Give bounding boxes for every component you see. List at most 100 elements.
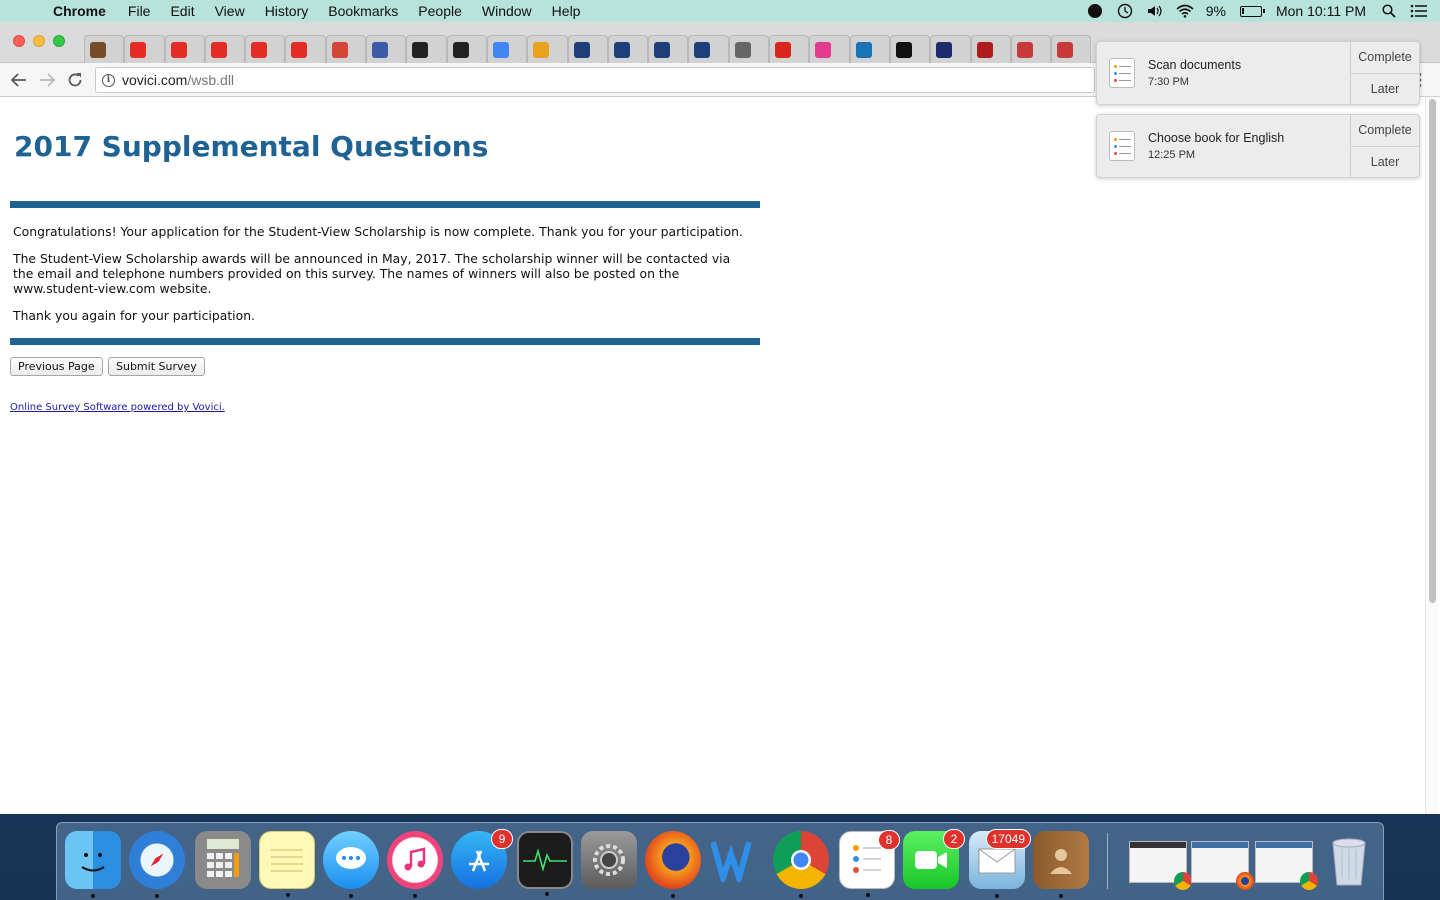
- browser-tab[interactable]: [446, 35, 487, 63]
- browser-tab[interactable]: [285, 35, 326, 63]
- browser-tab[interactable]: [567, 35, 608, 63]
- browser-tab[interactable]: [204, 35, 246, 63]
- finder-icon[interactable]: [65, 831, 121, 898]
- notification-body[interactable]: Choose book for English 12:25 PM: [1097, 115, 1350, 177]
- wifi-icon[interactable]: [1176, 3, 1194, 19]
- later-button[interactable]: Later: [1351, 145, 1419, 178]
- zoom-window-button[interactable]: [53, 35, 65, 47]
- reminders-icon[interactable]: 8: [839, 830, 900, 897]
- browser-tab[interactable]: [930, 35, 971, 63]
- clock[interactable]: Mon 10:11 PM: [1276, 3, 1366, 19]
- later-button[interactable]: Later: [1351, 72, 1419, 105]
- battery-percentage: 9%: [1205, 3, 1226, 19]
- browser-tab[interactable]: [809, 35, 850, 63]
- menu-history[interactable]: History: [265, 3, 309, 19]
- notes-icon[interactable]: [259, 831, 315, 897]
- battery-icon[interactable]: [1239, 5, 1265, 17]
- browser-tab[interactable]: [245, 35, 286, 63]
- reminder-notification-2[interactable]: Choose book for English 12:25 PM Complet…: [1096, 114, 1420, 178]
- notification-actions: Complete Later: [1350, 42, 1419, 104]
- menu-file[interactable]: File: [128, 3, 151, 19]
- notification-title: Choose book for English: [1148, 131, 1285, 145]
- browser-tab[interactable]: [769, 35, 810, 63]
- calculator-icon[interactable]: [195, 831, 251, 889]
- browser-tab[interactable]: [366, 35, 407, 63]
- browser-tab[interactable]: [164, 35, 205, 63]
- chrome-icon[interactable]: [773, 831, 829, 898]
- film-icon: [90, 41, 106, 58]
- minimize-window-button[interactable]: [33, 35, 45, 47]
- reload-button[interactable]: [64, 69, 86, 91]
- browser-tab[interactable]: [889, 35, 931, 63]
- facetime-icon[interactable]: 2: [903, 829, 965, 889]
- notification-body[interactable]: Scan documents 7:30 PM: [1097, 42, 1350, 104]
- app-store-badge: 9: [491, 829, 513, 849]
- reminder-notification-1[interactable]: Scan documents 7:30 PM Complete Later: [1096, 41, 1420, 105]
- browser-tab[interactable]: [486, 35, 528, 63]
- browser-tab[interactable]: [688, 35, 729, 63]
- itunes-icon[interactable]: [387, 831, 443, 898]
- menu-bookmarks[interactable]: Bookmarks: [328, 3, 398, 19]
- browser-tab[interactable]: [406, 35, 447, 63]
- chrome-window-thumbnail[interactable]: [1129, 841, 1192, 890]
- menu-view[interactable]: View: [215, 3, 245, 19]
- url-text: vovici.com/wsb.dll: [122, 72, 234, 88]
- firefox-window-thumbnail[interactable]: [1191, 841, 1254, 890]
- browser-tab[interactable]: [648, 35, 689, 63]
- menu-help[interactable]: Help: [552, 3, 581, 19]
- browser-tab[interactable]: [1010, 35, 1052, 63]
- menu-edit[interactable]: Edit: [170, 3, 194, 19]
- firefox-icon: [1236, 872, 1254, 890]
- browser-tab[interactable]: [325, 35, 367, 63]
- complete-button[interactable]: Complete: [1351, 42, 1419, 73]
- back-button[interactable]: [8, 69, 30, 91]
- complete-button[interactable]: Complete: [1351, 115, 1419, 146]
- activity-monitor-icon[interactable]: [517, 831, 573, 896]
- site-info-icon[interactable]: i: [102, 73, 115, 87]
- dsw-icon: [734, 41, 751, 58]
- browser-tab[interactable]: [970, 35, 1011, 63]
- volume-icon[interactable]: [1146, 3, 1164, 19]
- bag-icon: [613, 41, 630, 58]
- browser-tab[interactable]: [1051, 35, 1092, 63]
- menu-window[interactable]: Window: [482, 3, 532, 19]
- system-preferences-icon[interactable]: [581, 831, 637, 889]
- dock: 9 8 2 17049: [56, 822, 1384, 900]
- browser-tab[interactable]: [728, 35, 770, 63]
- forward-button[interactable]: [36, 69, 58, 91]
- reminders-badge: 8: [878, 830, 900, 850]
- page-scrollbar[interactable]: [1425, 97, 1438, 814]
- scrollbar-thumb[interactable]: [1429, 99, 1436, 603]
- messages-icon[interactable]: [323, 831, 379, 898]
- vovici-link[interactable]: Online Survey Software powered by Vovici…: [10, 402, 225, 413]
- mail-icon[interactable]: 17049: [969, 829, 1031, 898]
- time-machine-icon[interactable]: [1116, 3, 1134, 19]
- contacts-icon[interactable]: [1033, 831, 1089, 898]
- notification-center-icon[interactable]: [1410, 3, 1428, 19]
- reminders-app-icon: [1109, 131, 1135, 161]
- bag-icon: [654, 41, 671, 58]
- trash-icon[interactable]: [1321, 831, 1377, 889]
- submit-survey-button[interactable]: Submit Survey: [108, 357, 205, 376]
- youtube-icon: [291, 41, 308, 58]
- do-not-disturb-icon[interactable]: [1086, 3, 1104, 19]
- close-window-button[interactable]: [13, 35, 25, 47]
- menu-people[interactable]: People: [418, 3, 462, 19]
- browser-tab[interactable]: [124, 35, 165, 63]
- previous-page-button[interactable]: Previous Page: [10, 357, 103, 376]
- thanks-text: Thank you again for your participation.: [13, 308, 255, 323]
- browser-tab[interactable]: [84, 35, 125, 63]
- app-store-icon[interactable]: 9: [451, 829, 513, 889]
- browser-tab[interactable]: [607, 35, 649, 63]
- firefox-icon[interactable]: [645, 831, 701, 898]
- address-bar[interactable]: i vovici.com/wsb.dll: [95, 67, 1095, 93]
- chrome-window-thumbnail[interactable]: [1255, 841, 1318, 890]
- menu-app-chrome[interactable]: Chrome: [53, 3, 106, 19]
- web-page: 2017 Supplemental Questions Congratulati…: [2, 97, 1425, 814]
- spotlight-search-icon[interactable]: [1380, 3, 1398, 19]
- safari-icon[interactable]: [129, 831, 185, 898]
- word-icon[interactable]: [709, 831, 765, 889]
- browser-tab[interactable]: [527, 35, 568, 63]
- amazon-icon: [412, 41, 429, 58]
- browser-tab[interactable]: [849, 35, 890, 63]
